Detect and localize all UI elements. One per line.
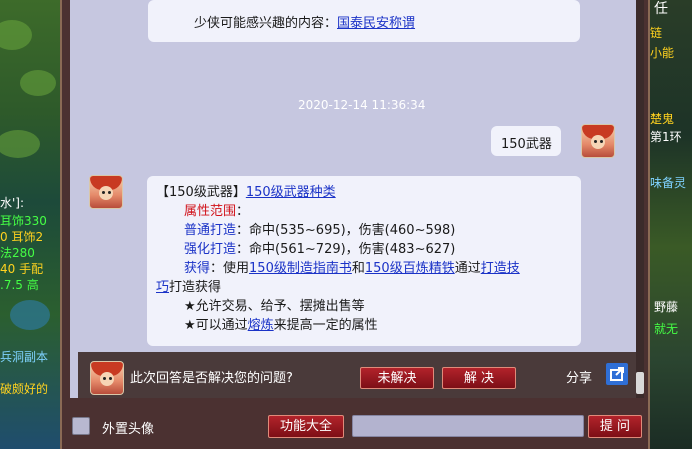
suggestion-text: 少侠可能感兴趣的内容： — [194, 16, 338, 31]
suggestion-bubble: 少侠可能感兴趣的内容：国泰民安称谓 — [148, 0, 580, 42]
foliage — [20, 70, 56, 96]
assistant-avatar — [89, 175, 123, 209]
game-log-line: 破颇好的 — [0, 382, 49, 396]
ask-button[interactable]: 提 问 — [588, 415, 642, 438]
chat-history[interactable]: 少侠可能感兴趣的内容：国泰民安称谓 2020-12-14 11:36:34 15… — [70, 0, 644, 398]
enhanced-forge-label: 强化打造 — [184, 242, 237, 257]
resolved-button[interactable]: 解 决 — [442, 367, 516, 389]
foliage — [0, 130, 40, 158]
feedback-question: 此次回答是否解决您的问题? — [130, 371, 293, 386]
game-scene-right: 任 链 小能 楚鬼 第1环 味备灵 野藤 就无 — [650, 0, 692, 449]
game-log-line: 法280 — [0, 246, 35, 260]
external-avatar-checkbox[interactable] — [72, 417, 90, 435]
quest-tracker-line: 小能 — [650, 46, 675, 60]
enhanced-forge-value: ：命中(561~729)，伤害(483~627) — [236, 242, 456, 257]
quest-tracker-line: 第1环 — [650, 130, 682, 144]
message-timestamp: 2020-12-14 11:36:34 — [298, 98, 426, 112]
normal-forge-label: 普通打造 — [184, 223, 237, 238]
refined-iron-link[interactable]: 150级百炼精铁 — [365, 261, 455, 276]
user-message-text: 150武器 — [501, 137, 552, 152]
user-message-bubble: 150武器 — [491, 126, 561, 156]
input-bar: 外置头像 功能大全 提 问 — [62, 410, 648, 442]
chat-scrollbar[interactable] — [636, 0, 644, 398]
game-log-line: .7.5 高 — [0, 278, 39, 292]
quest-tracker-line: 就无 — [654, 322, 679, 336]
answer-title: 【150级武器】 — [156, 185, 246, 200]
feedback-bar: 此次回答是否解决您的问题? 未解决 解 决 分享 — [78, 352, 636, 398]
scrollbar-thumb[interactable] — [636, 372, 644, 394]
share-icon[interactable] — [606, 363, 628, 385]
features-button[interactable]: 功能大全 — [268, 415, 344, 438]
trade-note: ★允许交易、给予、摆摊出售等 — [184, 299, 365, 314]
external-avatar-label: 外置头像 — [102, 422, 155, 437]
assistant-chat-window: 少侠可能感兴趣的内容：国泰民安称谓 2020-12-14 11:36:34 15… — [60, 0, 650, 449]
smelting-link[interactable]: 熔炼 — [248, 318, 274, 333]
quest-tracker-line: 楚鬼 — [650, 112, 675, 126]
attribute-range-label: 属性范围 — [184, 204, 237, 219]
game-log-line: 40 手配 — [0, 262, 44, 276]
quest-tracker-line: 野藤 — [654, 300, 679, 314]
weapon-types-link[interactable]: 150级武器种类 — [246, 185, 336, 200]
game-log-line: 0 耳饰2 — [0, 230, 44, 244]
normal-forge-value: ：命中(535~695)，伤害(460~598) — [236, 223, 456, 238]
feedback-avatar — [90, 361, 124, 395]
game-log-line: 兵洞副本 — [0, 350, 49, 364]
question-input[interactable] — [352, 415, 584, 437]
forging-skill-link-cont[interactable]: 巧 — [156, 280, 169, 295]
obtain-label: 获得 — [184, 261, 211, 276]
guide-book-link[interactable]: 150级制造指南书 — [249, 261, 352, 276]
foliage — [0, 20, 32, 50]
foliage — [10, 300, 50, 330]
game-scene-left: 水']: 耳饰330 0 耳饰2 法280 40 手配 .7.5 高 兵洞副本 … — [0, 0, 60, 449]
user-avatar — [581, 124, 615, 158]
forging-skill-link[interactable]: 打造技 — [481, 261, 520, 276]
game-log-line: 耳饰330 — [0, 214, 47, 228]
quest-tracker-line: 链 — [650, 26, 663, 40]
suggestion-link[interactable]: 国泰民安称谓 — [337, 16, 415, 31]
assistant-answer-bubble: 【150级武器】150级武器种类 属性范围： 普通打造：命中(535~695)，… — [147, 176, 581, 346]
game-log-line: 水']: — [0, 196, 25, 210]
unresolved-button[interactable]: 未解决 — [360, 367, 434, 389]
quest-tracker-line: 味备灵 — [650, 176, 687, 190]
share-label[interactable]: 分享 — [566, 367, 592, 386]
quest-tracker-title[interactable]: 任 — [654, 2, 668, 16]
